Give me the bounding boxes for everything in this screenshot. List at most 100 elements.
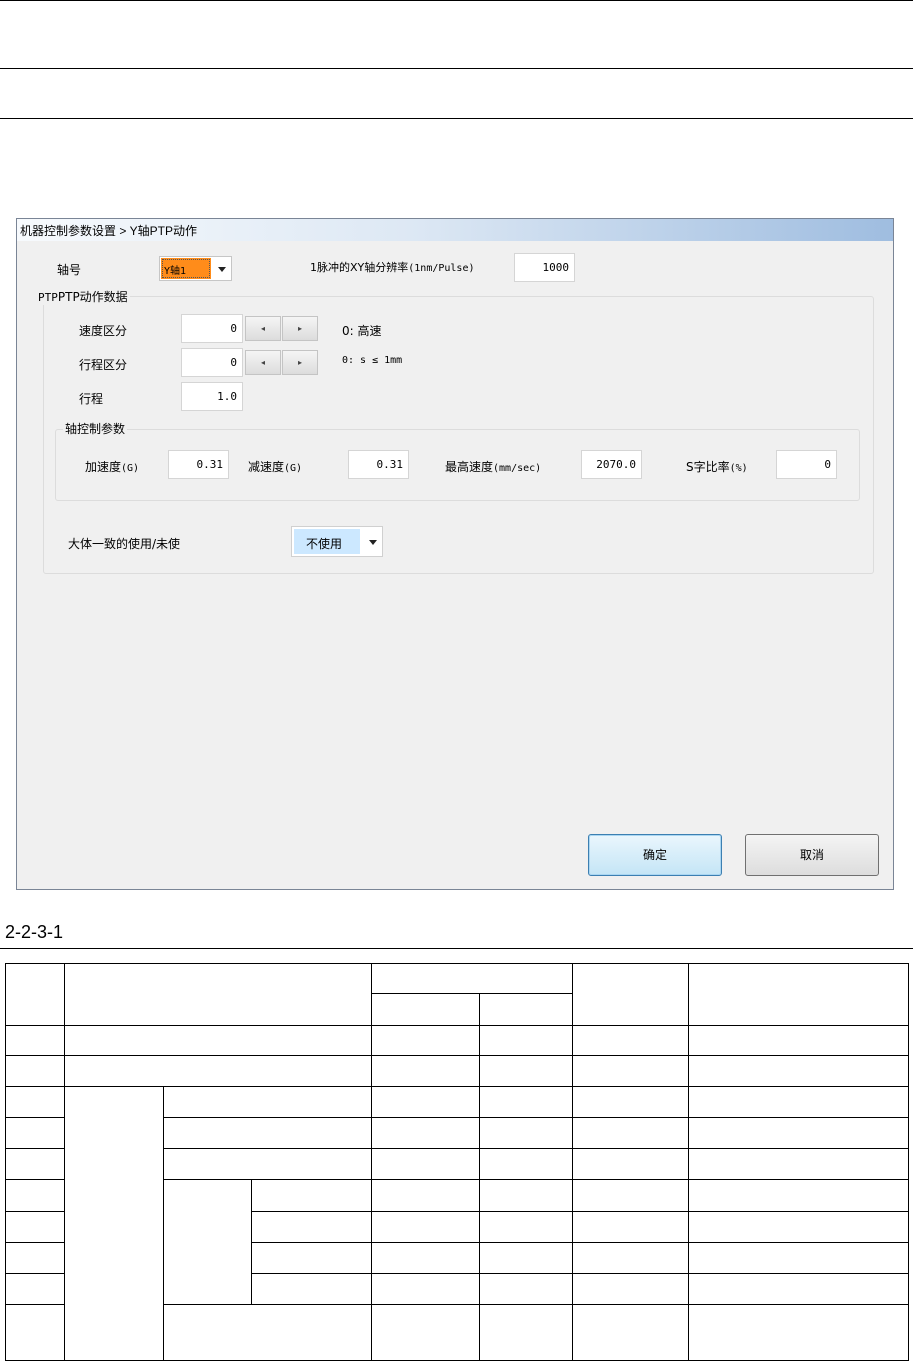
table-cell [371, 1242, 480, 1274]
travel-value: 1.0 [217, 390, 237, 403]
table-cell [371, 1273, 480, 1305]
s-ratio-value: 0 [824, 458, 831, 471]
table-cell [479, 1086, 573, 1118]
accel-value: 0.31 [196, 458, 224, 471]
table-cell [251, 1179, 372, 1212]
table-cell [479, 1117, 573, 1149]
chevron-down-icon [218, 267, 226, 272]
accel-input[interactable]: 0.31 [168, 450, 229, 479]
resolution-unit: (1nm/Pulse) [408, 263, 475, 274]
table-cell [5, 1304, 65, 1361]
accel-unit: (G) [121, 463, 140, 474]
title-bar: 机器控制参数设置 > Y轴PTP动作 [17, 219, 893, 241]
speed-input[interactable]: 0 [181, 314, 243, 343]
travel-input[interactable]: 1.0 [181, 382, 243, 411]
resolution-label-text: 1脉冲的XY轴分辨率 [310, 261, 409, 274]
header-rule [0, 68, 913, 69]
table-cell [479, 993, 573, 1026]
decel-input[interactable]: 0.31 [348, 450, 409, 479]
table-cell [163, 1179, 252, 1305]
travel-class-decrement-button[interactable]: ◂ [245, 350, 281, 375]
table-cell [572, 1242, 689, 1274]
table-cell [64, 1055, 372, 1087]
table-cell [688, 1273, 909, 1305]
travel-class-label: 行程区分 [79, 358, 128, 372]
accel-label: 加速度(G) [85, 458, 139, 475]
window-title: 机器控制参数设置 > Y轴PTP动作 [20, 224, 198, 238]
travel-class-hint: 0: s ≤ 1mm [342, 355, 403, 366]
table-cell [371, 1086, 480, 1118]
axis-no-value: Y轴1 [164, 266, 187, 277]
consistency-dropdown[interactable]: 不使用 [291, 526, 383, 557]
table-cell [251, 1242, 372, 1274]
resolution-label: 1脉冲的XY轴分辨率(1nm/Pulse) [310, 259, 475, 275]
table-cell [163, 1086, 372, 1118]
table-cell [572, 1179, 689, 1212]
travel-class-increment-button[interactable]: ▸ [282, 350, 318, 375]
dialog-client: 轴号 Y轴1 1脉冲的XY轴分辨率(1nm/Pulse) 1000 PTPPTP… [23, 245, 887, 881]
table-cell [688, 1055, 909, 1087]
travel-class-input[interactable]: 0 [181, 348, 243, 377]
table-cell [371, 1148, 480, 1180]
s-ratio-unit: (%) [729, 463, 748, 474]
table-cell [64, 1086, 164, 1361]
table-cell [5, 1148, 65, 1180]
resolution-input[interactable]: 1000 [514, 253, 575, 282]
speed-value: 0 [230, 322, 237, 335]
table-cell [688, 1025, 909, 1056]
max-speed-input[interactable]: 2070.0 [581, 450, 642, 479]
caption-rule [0, 948, 913, 949]
table-cell [5, 1117, 65, 1149]
table-cell [572, 963, 689, 1026]
table-cell [572, 1211, 689, 1243]
speed-decrement-button[interactable]: ◂ [245, 316, 281, 341]
table-cell [688, 1117, 909, 1149]
table-cell [688, 1242, 909, 1274]
table-cell [371, 993, 480, 1026]
accel-label-text: 加速度 [85, 460, 122, 474]
ok-button[interactable]: 确定 [588, 834, 722, 876]
table-cell [688, 963, 909, 1026]
decel-value: 0.31 [376, 458, 404, 471]
table-cell [479, 1304, 573, 1361]
decel-label-text: 减速度 [248, 460, 285, 474]
s-ratio-label: S字比率(%) [686, 458, 748, 475]
table-cell [572, 1055, 689, 1087]
table-cell [572, 1273, 689, 1305]
table-cell [5, 1055, 65, 1087]
table-cell [479, 1055, 573, 1087]
speed-increment-button[interactable]: ▸ [282, 316, 318, 341]
table-cell [479, 1273, 573, 1305]
table-row [5, 1055, 909, 1087]
table-cell [572, 1025, 689, 1056]
s-ratio-input[interactable]: 0 [776, 450, 837, 479]
ok-button-label: 确定 [642, 848, 667, 862]
table-cell [688, 1148, 909, 1180]
table-cell [5, 1179, 65, 1212]
cancel-button[interactable]: 取消 [745, 834, 879, 876]
table-cell [688, 1304, 909, 1361]
table-cell [251, 1273, 372, 1305]
table-cell [688, 1179, 909, 1212]
table-cell [479, 1242, 573, 1274]
table-cell [371, 1117, 480, 1149]
table-cell [163, 1304, 372, 1361]
table-cell [5, 1086, 65, 1118]
max-speed-value: 2070.0 [596, 458, 636, 471]
chevron-down-icon [369, 540, 377, 545]
table-cell [572, 1117, 689, 1149]
table-row [5, 1025, 909, 1056]
table-cell [479, 1211, 573, 1243]
consistency-label: 大体一致的使用/未使 [68, 537, 181, 551]
axis-no-dropdown[interactable]: Y轴1 [159, 256, 232, 281]
table-cell [5, 1025, 65, 1056]
travel-class-value: 0 [230, 356, 237, 369]
figure-caption: 2-2-3-1 [5, 922, 64, 942]
ptp-group-title: PTPPTP动作数据 [36, 288, 130, 305]
decel-label: 减速度(G) [248, 458, 302, 475]
table-cell [572, 1148, 689, 1180]
table-cell [371, 963, 573, 994]
table-cell [5, 1273, 65, 1305]
table-cell [251, 1211, 372, 1243]
speed-hint: 0: 高速 [342, 324, 382, 338]
